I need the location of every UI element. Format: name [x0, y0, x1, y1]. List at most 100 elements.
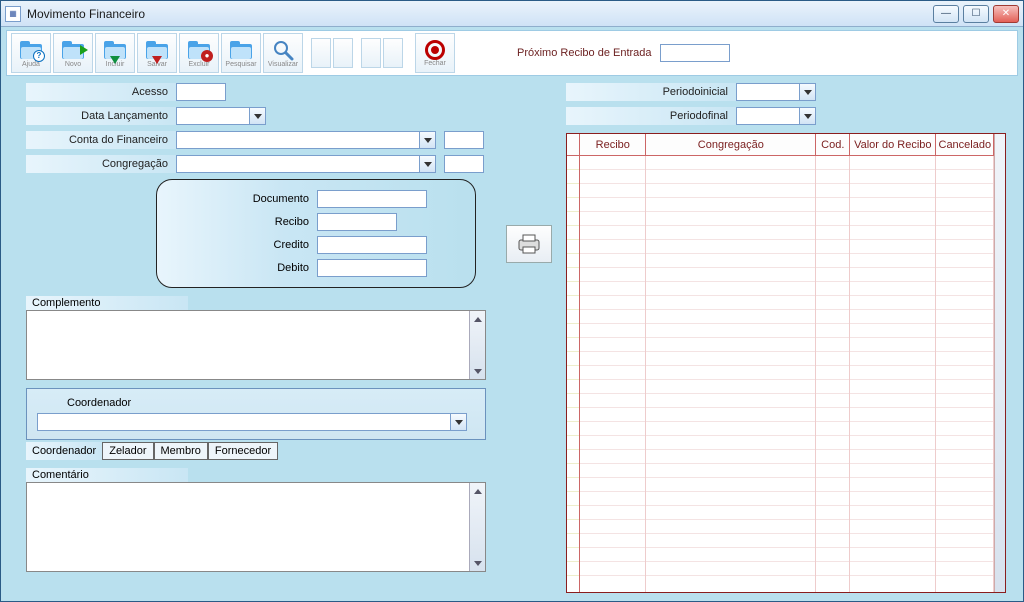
toolbar-small-button[interactable] [383, 38, 403, 68]
grid-cell[interactable] [816, 534, 849, 548]
grid-cell[interactable] [646, 338, 815, 352]
grid-cell[interactable] [850, 310, 935, 324]
grid-cell[interactable] [816, 240, 849, 254]
recibos-grid[interactable]: ReciboCongregaçãoCod.Valor do ReciboCanc… [566, 133, 1006, 593]
grid-cell[interactable] [646, 212, 815, 226]
grid-cell[interactable] [850, 282, 935, 296]
documento-input[interactable] [317, 190, 427, 208]
tab-zelador[interactable]: Zelador [102, 442, 153, 460]
window-maximize-button[interactable]: ☐ [963, 5, 989, 23]
grid-cell[interactable] [850, 394, 935, 408]
grid-cell[interactable] [936, 324, 993, 338]
toolbar-small-button[interactable] [311, 38, 331, 68]
grid-cell[interactable] [936, 212, 993, 226]
grid-cell[interactable] [580, 282, 645, 296]
coordenador-combo[interactable] [37, 413, 467, 431]
grid-cell[interactable] [580, 184, 645, 198]
grid-cell[interactable] [816, 338, 849, 352]
acesso-input[interactable] [176, 83, 226, 101]
grid-cell[interactable] [816, 408, 849, 422]
grid-cell[interactable] [850, 324, 935, 338]
grid-cell[interactable] [816, 492, 849, 506]
grid-cell[interactable] [816, 156, 849, 170]
grid-cell[interactable] [646, 422, 815, 436]
grid-cell[interactable] [580, 450, 645, 464]
grid-cell[interactable] [580, 198, 645, 212]
grid-cell[interactable] [936, 520, 993, 534]
grid-cell[interactable] [580, 296, 645, 310]
grid-cell[interactable] [816, 520, 849, 534]
grid-cell[interactable] [816, 268, 849, 282]
grid-header-cell[interactable]: Congregação [646, 134, 816, 155]
grid-cell[interactable] [646, 156, 815, 170]
grid-cell[interactable] [816, 506, 849, 520]
grid-cell[interactable] [816, 170, 849, 184]
grid-cell[interactable] [580, 436, 645, 450]
window-close-button[interactable]: ✕ [993, 5, 1019, 23]
grid-cell[interactable] [580, 170, 645, 184]
grid-cell[interactable] [936, 450, 993, 464]
grid-cell[interactable] [646, 450, 815, 464]
grid-cell[interactable] [816, 184, 849, 198]
grid-cell[interactable] [936, 436, 993, 450]
grid-cell[interactable] [580, 422, 645, 436]
grid-cell[interactable] [936, 338, 993, 352]
grid-cell[interactable] [646, 240, 815, 254]
grid-cell[interactable] [936, 478, 993, 492]
grid-cell[interactable] [936, 380, 993, 394]
grid-cell[interactable] [850, 156, 935, 170]
grid-cell[interactable] [646, 464, 815, 478]
grid-cell[interactable] [850, 492, 935, 506]
grid-cell[interactable] [646, 520, 815, 534]
toolbar-small-button[interactable] [361, 38, 381, 68]
grid-header-cell[interactable]: Cancelado [936, 134, 994, 155]
grid-header-cell[interactable]: Cod. [816, 134, 850, 155]
grid-cell[interactable] [646, 436, 815, 450]
grid-cell[interactable] [580, 562, 645, 576]
grid-cell[interactable] [850, 352, 935, 366]
grid-cell[interactable] [646, 170, 815, 184]
toolbar-salvar-button[interactable]: Salvar [137, 33, 177, 73]
grid-cell[interactable] [936, 464, 993, 478]
grid-cell[interactable] [580, 408, 645, 422]
grid-cell[interactable] [580, 268, 645, 282]
grid-cell[interactable] [646, 282, 815, 296]
grid-cell[interactable] [850, 226, 935, 240]
grid-cell[interactable] [936, 534, 993, 548]
grid-cell[interactable] [936, 548, 993, 562]
scrollbar[interactable] [469, 311, 485, 379]
grid-cell[interactable] [580, 478, 645, 492]
grid-cell[interactable] [580, 394, 645, 408]
grid-cell[interactable] [580, 310, 645, 324]
conta-financeiro-combo[interactable] [176, 131, 436, 149]
grid-cell[interactable] [816, 548, 849, 562]
grid-cell[interactable] [936, 226, 993, 240]
toolbar-small-button[interactable] [333, 38, 353, 68]
grid-scrollbar[interactable] [994, 134, 1005, 592]
grid-cell[interactable] [850, 534, 935, 548]
grid-cell[interactable] [646, 366, 815, 380]
grid-cell[interactable] [646, 408, 815, 422]
grid-cell[interactable] [850, 520, 935, 534]
grid-cell[interactable] [646, 478, 815, 492]
grid-cell[interactable] [850, 254, 935, 268]
recibo-input[interactable] [317, 213, 397, 231]
grid-cell[interactable] [850, 436, 935, 450]
toolbar-excluir-button[interactable]: ● Excluir [179, 33, 219, 73]
grid-cell[interactable] [580, 240, 645, 254]
grid-cell[interactable] [816, 436, 849, 450]
grid-cell[interactable] [646, 184, 815, 198]
periodo-final-combo[interactable] [736, 107, 816, 125]
grid-cell[interactable] [850, 198, 935, 212]
grid-cell[interactable] [580, 548, 645, 562]
congregacao-code[interactable] [444, 155, 484, 173]
grid-cell[interactable] [850, 268, 935, 282]
grid-cell[interactable] [580, 534, 645, 548]
grid-cell[interactable] [850, 478, 935, 492]
grid-cell[interactable] [850, 240, 935, 254]
congregacao-combo[interactable] [176, 155, 436, 173]
grid-cell[interactable] [936, 422, 993, 436]
toolbar-pesquisar-button[interactable]: Pesquisar [221, 33, 261, 73]
grid-cell[interactable] [646, 534, 815, 548]
grid-cell[interactable] [646, 254, 815, 268]
